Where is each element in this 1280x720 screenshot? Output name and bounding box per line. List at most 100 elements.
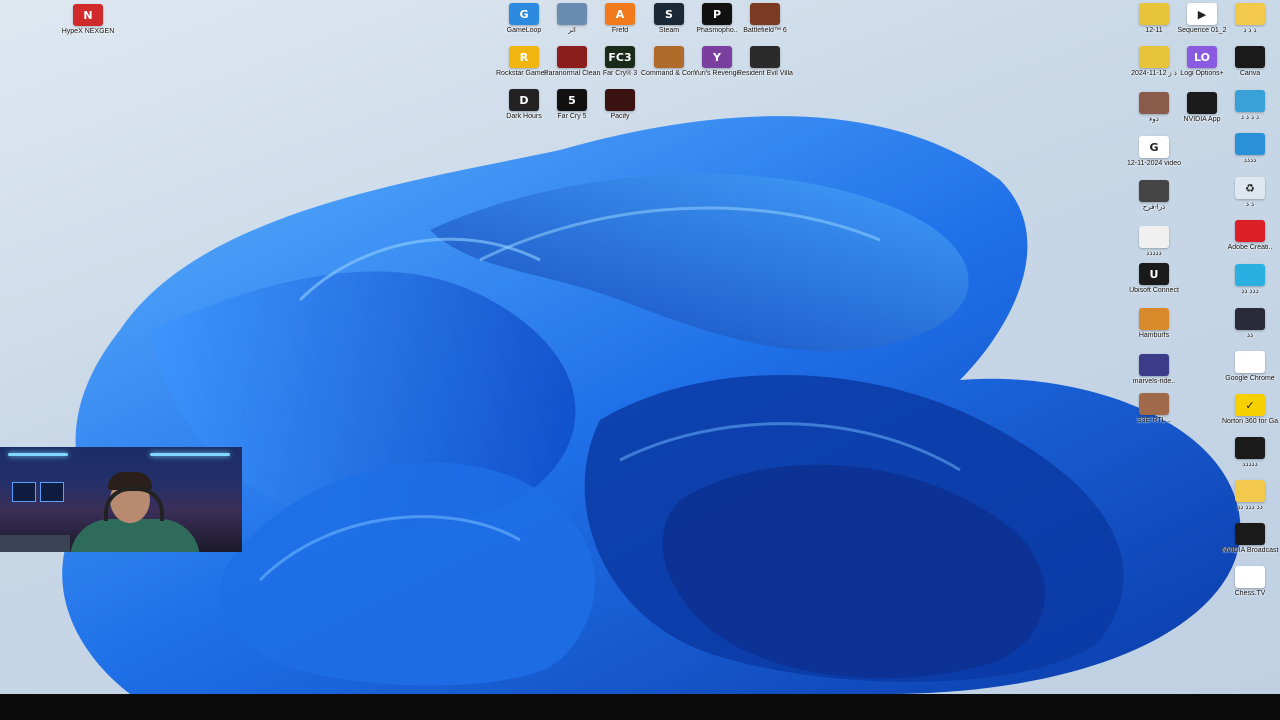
chrome-doc-icon: G xyxy=(1139,136,1169,158)
chess-tv-icon xyxy=(1235,566,1265,588)
desktop-shortcut[interactable]: اثر xyxy=(546,3,598,47)
desktop-shortcut[interactable]: NVIDIA App xyxy=(1176,92,1228,136)
marvel-thumbnail-icon xyxy=(1139,354,1169,376)
shortcut-label: ذذذ ذذ xyxy=(1241,288,1259,295)
shortcut-label: Resident Evil Village xyxy=(737,70,793,77)
desktop-shortcut[interactable]: R Rockstar Games .. xyxy=(496,46,552,90)
desktop-shortcut[interactable]: S3E-RTL .. xyxy=(1128,393,1180,437)
pacify-icon xyxy=(605,89,635,111)
phasmophobia-icon: P xyxy=(702,3,732,25)
folder-icon xyxy=(1235,480,1265,502)
desktop-shortcut[interactable]: ♻ ذ ذ xyxy=(1224,177,1276,221)
desktop-shortcut[interactable]: ذ ذ ذ xyxy=(1224,3,1276,47)
desktop-shortcut[interactable]: ذذذذذ xyxy=(1224,437,1276,481)
nvidia-icon xyxy=(1187,92,1217,114)
command-conquer-icon xyxy=(654,46,684,68)
desktop-shortcut[interactable]: FC3 Far Cry® 3 xyxy=(594,46,646,90)
recycle-bin-icon: ♻ xyxy=(1235,177,1265,199)
hypex-icon: N xyxy=(73,4,103,26)
desktop-shortcut[interactable]: ذذذذ xyxy=(1224,133,1276,177)
monitor-blue-icon xyxy=(1235,133,1265,155)
desktop-shortcut[interactable]: ذرا-فرح xyxy=(1128,180,1180,224)
orange-a-icon: A xyxy=(605,3,635,25)
shortcut-label: Chess.TV xyxy=(1234,590,1266,597)
desktop-shortcut[interactable]: Y Yuri's Revenge xyxy=(691,46,743,90)
steam-icon: S xyxy=(654,3,684,25)
desktop-shortcut[interactable]: 12-11 xyxy=(1128,3,1180,47)
battlefield-icon xyxy=(750,3,780,25)
shortcut-label: Battlefield™ 6 xyxy=(743,27,787,34)
background-monitor xyxy=(12,482,36,502)
headset-icon xyxy=(104,487,164,521)
paranormal-cleanup-icon xyxy=(557,46,587,68)
dark-hours-icon: D xyxy=(509,89,539,111)
desktop-shortcut[interactable]: LO Logi Options+ xyxy=(1176,46,1228,90)
shortcut-label: ذ ذ ذ ذ xyxy=(1240,114,1260,121)
desktop-shortcut[interactable]: Paranormal Cleanup xyxy=(544,46,600,90)
nvidia-broadcast-icon xyxy=(1235,523,1265,545)
background-desk xyxy=(0,535,70,552)
desktop-shortcut[interactable]: G 12-11-2024 video xyxy=(1127,136,1181,180)
folder-icon xyxy=(1235,3,1265,25)
desktop-shortcut[interactable]: Battlefield™ 6 xyxy=(739,3,791,47)
desktop-shortcut[interactable]: Pacify xyxy=(594,89,646,133)
desktop-shortcut[interactable]: ذذذ ذذ xyxy=(1224,264,1276,308)
desktop-shortcut[interactable]: ▶ Sequence 01_2 xyxy=(1176,3,1228,47)
shortcut-label: Google Chrome xyxy=(1225,375,1275,382)
farcry3-icon: FC3 xyxy=(605,46,635,68)
image-app-icon xyxy=(1235,264,1265,286)
desktop-shortcut[interactable]: P Phasmopho.. xyxy=(691,3,743,47)
farcry5-icon: 5 xyxy=(557,89,587,111)
streamer-body xyxy=(70,519,200,552)
desktop-shortcut[interactable]: S Steam xyxy=(643,3,695,47)
desktop-shortcut[interactable]: Canva xyxy=(1224,46,1276,90)
taskbar xyxy=(0,694,1280,720)
shortcut-label: ذ ذ xyxy=(1245,201,1255,208)
shortcut-label: ذذذذذ xyxy=(1146,250,1162,257)
shortcut-label: Far Cry® 3 xyxy=(602,70,638,77)
ceiling-light xyxy=(150,453,230,456)
game-thumbnail-icon xyxy=(557,3,587,25)
desktop-shortcut[interactable]: ذ ز 12-11-2024 xyxy=(1128,46,1180,90)
desktop-shortcut[interactable]: D Dark Hours xyxy=(498,89,550,133)
shortcut-label: Adobe Creati.. xyxy=(1227,244,1273,251)
desktop-shortcut[interactable]: A Frefd xyxy=(594,3,646,47)
desktop-shortcut[interactable]: N HypeX NEXGEN xyxy=(62,4,114,48)
desktop-shortcut[interactable]: marvels-ride.. xyxy=(1128,354,1180,398)
ubisoft-icon: U xyxy=(1139,263,1169,285)
shortcut-label: Norton 360 for Gamers xyxy=(1222,418,1278,425)
desktop-shortcut[interactable]: Google Chrome xyxy=(1224,351,1276,395)
desktop-shortcut[interactable]: ✓ Norton 360 for Gamers xyxy=(1222,394,1278,438)
capcut-icon xyxy=(1235,46,1265,68)
shortcut-label: HypeX NEXGEN xyxy=(61,28,115,35)
rockstar-icon: R xyxy=(509,46,539,68)
blank-doc-icon xyxy=(1139,226,1169,248)
resident-evil-icon xyxy=(750,46,780,68)
hamburger-icon xyxy=(1139,308,1169,330)
desktop-shortcut[interactable]: 5 Far Cry 5 xyxy=(546,89,598,133)
yuris-revenge-icon: Y xyxy=(702,46,732,68)
creative-cloud-icon xyxy=(1235,220,1265,242)
shortcut-label: Canva xyxy=(1239,70,1261,77)
desktop-shortcut[interactable]: Command & Conquer Re.. xyxy=(641,46,697,90)
desktop-shortcut[interactable]: NVIDIA Broadcast xyxy=(1222,523,1278,567)
desktop-shortcut[interactable]: ذذ xyxy=(1224,308,1276,352)
webcam-overlay xyxy=(0,447,242,552)
shortcut-label: ذذذذ xyxy=(1243,157,1257,164)
desktop-shortcut[interactable]: Hamburfs xyxy=(1128,308,1180,352)
desktop-shortcut[interactable]: ذذ ذذذ ذذ xyxy=(1224,480,1276,524)
desktop-shortcut[interactable]: Adobe Creati.. xyxy=(1224,220,1276,264)
capcut-dark-icon xyxy=(1235,437,1265,459)
folder-stripe-icon xyxy=(1139,46,1169,68)
shortcut-label: NVIDIA Broadcast xyxy=(1222,547,1278,554)
video-file-icon xyxy=(1139,180,1169,202)
shortcut-label: ذرا-فرح xyxy=(1142,204,1166,211)
desktop-shortcut[interactable]: G GameLoop xyxy=(498,3,550,47)
image-thumbnail-icon xyxy=(1139,92,1169,114)
desktop-shortcut[interactable]: U Ubisoft Connect xyxy=(1128,263,1180,307)
norton-icon: ✓ xyxy=(1235,394,1265,416)
desktop-shortcut[interactable]: Chess.TV xyxy=(1224,566,1276,610)
desktop-shortcut[interactable]: ذوء xyxy=(1128,92,1180,136)
desktop-shortcut[interactable]: Resident Evil Village xyxy=(737,46,793,90)
desktop-shortcut[interactable]: ذ ذ ذ ذ xyxy=(1224,90,1276,134)
